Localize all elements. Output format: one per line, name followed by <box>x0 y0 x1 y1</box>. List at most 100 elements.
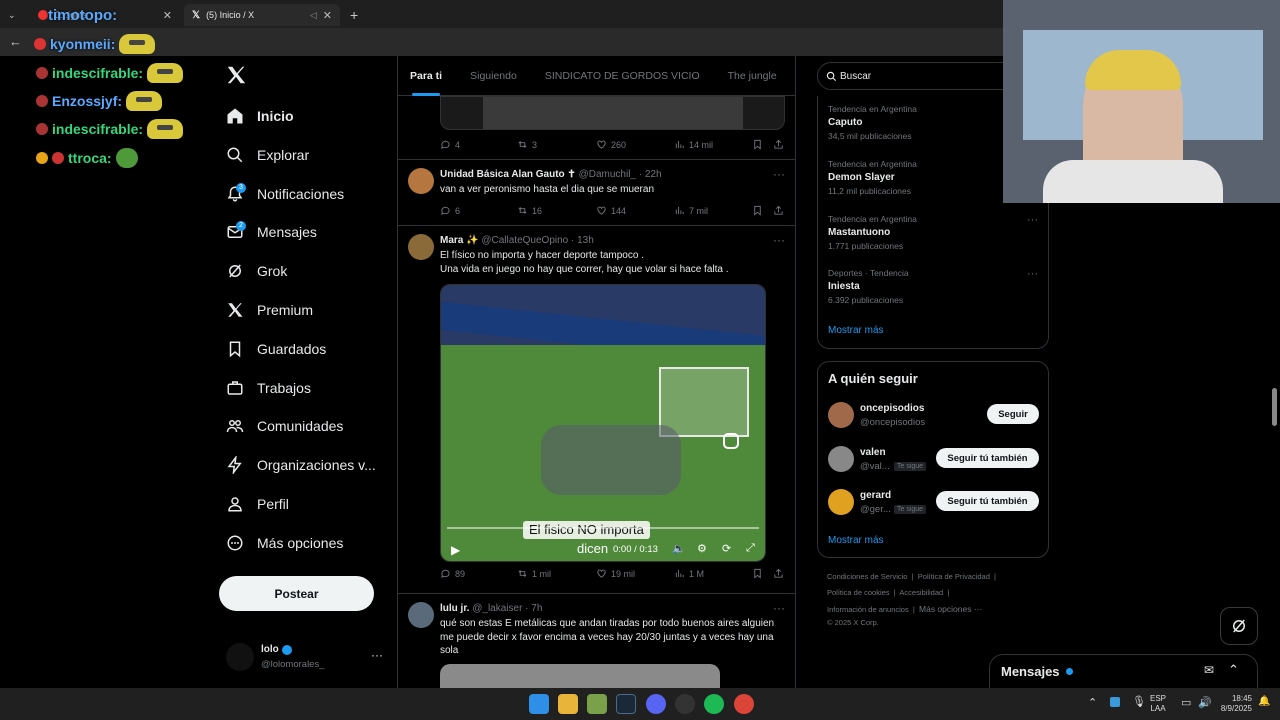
follow-suggestion[interactable]: valen @val... Te sigue <box>828 446 938 476</box>
nav-communities[interactable]: Comunidades <box>226 412 343 440</box>
trend-item[interactable]: Tendencia en Argentina Mastantuono 1.771… <box>828 214 1038 251</box>
mute-icon[interactable]: ◁ <box>310 10 317 21</box>
nav-organizations[interactable]: Organizaciones v... <box>226 451 376 479</box>
windows-start-icon[interactable] <box>529 694 549 714</box>
post-button[interactable]: Postear <box>219 576 374 611</box>
account-switcher[interactable]: lolo @lolomorales_ ··· <box>226 640 386 676</box>
more-dots-icon[interactable]: ··· <box>773 167 785 181</box>
notification-bell-icon[interactable]: 🔔 <box>1258 696 1270 707</box>
tab-list-jungle[interactable]: The jungle <box>716 56 789 96</box>
trend-item[interactable]: Deportes · Tendencia Iniesta 6.392 publi… <box>828 268 1038 305</box>
like-button[interactable]: 260 <box>596 139 626 150</box>
follow-suggestion[interactable]: gerard @ger... Te sigue <box>828 489 938 519</box>
obs-icon[interactable] <box>675 694 695 714</box>
tweet[interactable]: 4 3 260 14 mil <box>398 96 795 160</box>
chrome-icon[interactable] <box>734 694 754 714</box>
views-button[interactable]: 14 mil <box>674 139 713 150</box>
network-icon[interactable]: ▭ <box>1181 696 1191 709</box>
tab-for-you[interactable]: Para ti <box>398 56 454 96</box>
like-button[interactable]: 19 mil <box>596 568 635 579</box>
retweet-button[interactable]: 1 mil <box>517 568 551 579</box>
tab-list-button[interactable]: ⌄ <box>0 4 26 26</box>
tab-following[interactable]: Siguiendo <box>458 56 529 96</box>
footer-link[interactable]: Política de cookies <box>827 588 890 597</box>
tab-list-sindicato[interactable]: SINDICATO DE GORDOS VICIO <box>533 56 712 96</box>
discord-icon[interactable] <box>646 694 666 714</box>
reply-button[interactable]: 6 <box>440 205 460 216</box>
show-more-follow-link[interactable]: Mostrar más <box>828 535 884 546</box>
close-icon[interactable]: ✕ <box>323 9 332 22</box>
play-icon[interactable]: ▶ <box>451 543 460 557</box>
volume-icon[interactable]: 🔈 <box>672 542 686 555</box>
more-dots-icon[interactable]: ··· <box>371 648 383 662</box>
bookmark-button[interactable] <box>752 205 763 216</box>
app-icon[interactable] <box>587 694 607 714</box>
nav-more-options[interactable]: Más opciones <box>226 529 343 557</box>
nav-grok[interactable]: Grok <box>226 257 287 285</box>
tweet[interactable]: lulu jr. @_lakaiser · 7h ··· qué son est… <box>398 594 795 688</box>
volume-icon[interactable]: 🔊 <box>1198 696 1212 709</box>
avatar[interactable] <box>408 602 434 628</box>
spotify-icon[interactable] <box>704 694 724 714</box>
more-dots-icon[interactable]: ··· <box>1027 268 1038 280</box>
avatar[interactable] <box>408 234 434 260</box>
steam-icon[interactable] <box>616 694 636 714</box>
tweet-media-image[interactable] <box>440 664 720 688</box>
messages-drawer[interactable]: Mensajes ✉ ⌃ <box>989 654 1258 688</box>
more-dots-icon[interactable]: ··· <box>773 233 785 247</box>
tweet[interactable]: Unidad Básica Alan Gauto ✝ @Damuchil_ · … <box>398 160 795 226</box>
back-arrow-icon[interactable]: ← <box>9 34 22 49</box>
tweet[interactable]: Mara ✨ @CallateQueOpino · 13h ··· El fís… <box>398 226 795 594</box>
views-button[interactable]: 1 M <box>674 568 704 579</box>
settings-gear-icon[interactable]: ⚙ <box>697 542 707 555</box>
nav-premium[interactable]: Premium <box>226 296 313 324</box>
more-dots-icon[interactable]: ··· <box>773 601 785 615</box>
clock[interactable]: 18:45 8/9/2025 <box>1215 694 1252 714</box>
search-box[interactable]: Buscar <box>817 62 1017 90</box>
nav-explore[interactable]: Explorar <box>226 141 309 169</box>
footer-link[interactable]: Información de anuncios <box>827 605 909 614</box>
tweet-author[interactable]: Mara ✨ @CallateQueOpino · 13h <box>440 235 594 246</box>
more-dots-icon[interactable]: ··· <box>1027 214 1038 226</box>
new-message-icon[interactable]: ✉ <box>1204 663 1214 677</box>
retweet-button[interactable]: 3 <box>517 139 537 150</box>
footer-link[interactable]: Accesibilidad <box>899 588 943 597</box>
nav-profile[interactable]: Perfil <box>226 490 289 518</box>
bookmark-button[interactable] <box>752 568 763 579</box>
chevron-up-icon[interactable]: ⌃ <box>1228 662 1239 678</box>
tweet-media-image[interactable] <box>440 96 785 130</box>
language-indicator[interactable]: ESP LAA <box>1150 694 1166 714</box>
like-button[interactable]: 144 <box>596 205 626 216</box>
nav-jobs[interactable]: Trabajos <box>226 374 311 402</box>
new-tab-button[interactable]: + <box>342 4 364 26</box>
share-button[interactable] <box>773 139 784 150</box>
x-logo-icon[interactable] <box>225 64 249 88</box>
retweet-button[interactable]: 16 <box>517 205 542 216</box>
follow-back-button[interactable]: Seguir tú también <box>936 448 1039 468</box>
page-scrollbar-thumb[interactable] <box>1272 388 1277 426</box>
follow-button[interactable]: Seguir <box>987 404 1039 424</box>
tweet-video[interactable]: El fisico NO importa dicen ▶ 0:00 / 0:13… <box>440 284 766 562</box>
tweet-author[interactable]: Unidad Básica Alan Gauto ✝ @Damuchil_ · … <box>440 169 662 180</box>
footer-link[interactable]: Política de Privacidad <box>918 572 990 581</box>
tray-icon[interactable] <box>1110 697 1120 707</box>
avatar[interactable] <box>408 168 434 194</box>
grok-float-button[interactable] <box>1220 607 1258 645</box>
loop-icon[interactable]: ⟳ <box>722 542 731 555</box>
show-more-trends-link[interactable]: Mostrar más <box>828 325 884 336</box>
microphone-icon[interactable]: 🎙 <box>1132 695 1146 708</box>
views-button[interactable]: 7 mil <box>674 205 708 216</box>
browser-tab-active[interactable]: 𝕏 (5) Inicio / X ◁ ✕ <box>184 4 340 26</box>
footer-link[interactable]: Condiciones de Servicio <box>827 572 907 581</box>
reply-button[interactable]: 4 <box>440 139 460 150</box>
share-button[interactable] <box>773 205 784 216</box>
follow-back-button[interactable]: Seguir tú también <box>936 491 1039 511</box>
fullscreen-icon[interactable]: ⤢ <box>746 542 755 555</box>
reply-button[interactable]: 89 <box>440 568 465 579</box>
nav-home[interactable]: Inicio <box>226 102 294 130</box>
close-icon[interactable]: ✕ <box>163 9 172 22</box>
chevron-up-icon[interactable]: ⌃ <box>1088 696 1097 709</box>
video-progress-bar[interactable] <box>447 527 759 529</box>
tweet-author[interactable]: lulu jr. @_lakaiser · 7h <box>440 603 542 614</box>
share-button[interactable] <box>773 568 784 579</box>
